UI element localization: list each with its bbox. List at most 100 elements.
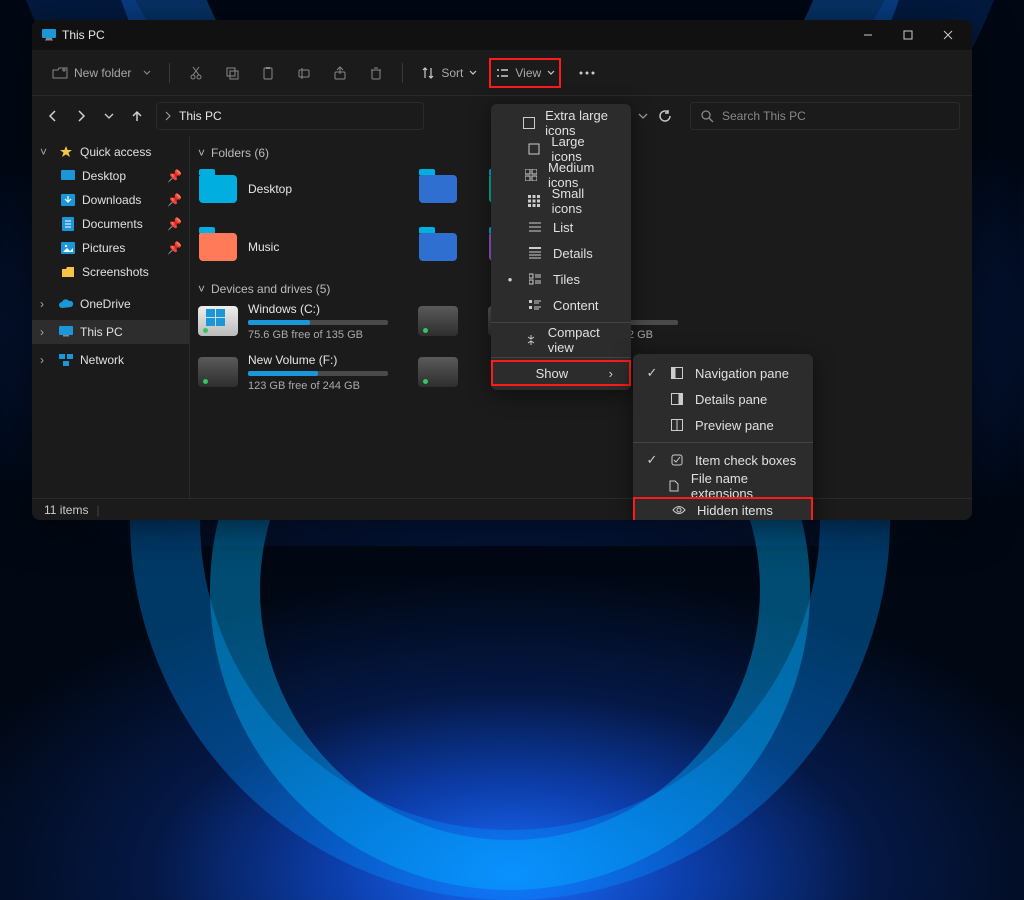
delete-button[interactable] [360,58,392,88]
pictures-icon [60,240,76,256]
view-button[interactable]: View [489,58,561,88]
chevron-right-icon: › [40,325,52,339]
pin-icon: 📌 [167,217,177,231]
more-button[interactable] [571,58,603,88]
chevron-down-icon [469,70,477,76]
navigation-sidebar: ˅ Quick access Desktop📌 Downloads📌 Docum… [32,136,190,498]
folder-documents-partial[interactable] [418,166,458,212]
folder-icon [60,264,76,280]
menu-tiles[interactable]: • Tiles [491,266,631,292]
chevron-down-icon [143,70,151,76]
menu-details-pane[interactable]: Details pane [633,386,813,412]
menu-file-extensions[interactable]: File name extensions [633,473,813,499]
file-icon [667,478,681,494]
sort-button[interactable]: Sort [413,58,485,88]
rename-button[interactable] [288,58,320,88]
menu-details[interactable]: Details [491,240,631,266]
desktop-icon [60,168,76,184]
drive-windows-c[interactable]: Windows (C:) 75.6 GB free of 135 GB [198,302,388,341]
menu-list[interactable]: List [491,214,631,240]
close-button[interactable] [928,20,968,50]
documents-icon [60,216,76,232]
search-input[interactable]: Search This PC [690,102,960,130]
chevron-down-icon: ˅ [40,145,52,159]
pin-icon: 📌 [167,241,177,255]
show-submenu: ✓ Navigation pane Details pane Preview p… [633,354,813,520]
check-icon: ✓ [645,452,659,468]
drive-icon [418,306,458,336]
menu-medium-icons[interactable]: Medium icons [491,162,631,188]
sidebar-this-pc[interactable]: › This PC [32,320,189,344]
pin-icon: 📌 [167,193,177,207]
drive-icon [418,357,458,387]
grid-icon [523,115,535,131]
menu-extra-large-icons[interactable]: Extra large icons [491,110,631,136]
folder-pictures-partial[interactable] [418,224,458,270]
sidebar-quick-access[interactable]: ˅ Quick access [32,140,189,164]
sidebar-item-downloads[interactable]: Downloads📌 [32,188,189,212]
view-menu: Extra large icons Large icons Medium ico… [491,104,631,390]
chevron-right-icon: › [609,366,613,381]
sidebar-item-screenshots[interactable]: Screenshots [32,260,189,284]
menu-preview-pane[interactable]: Preview pane [633,412,813,438]
chevron-down-icon: ˅ [198,282,205,296]
this-pc-icon [58,324,74,340]
check-icon: ✓ [645,365,659,381]
minimize-button[interactable] [848,20,888,50]
share-button[interactable] [324,58,356,88]
preview-pane-icon [669,417,685,433]
grid-icon [526,193,541,209]
menu-small-icons[interactable]: Small icons [491,188,631,214]
sidebar-item-desktop[interactable]: Desktop📌 [32,164,189,188]
network-icon [58,352,74,368]
history-button[interactable] [100,107,118,125]
drive-new-volume-f[interactable]: New Volume (F:) 123 GB free of 244 GB [198,353,388,392]
menu-navigation-pane[interactable]: ✓ Navigation pane [633,360,813,386]
back-button[interactable] [44,107,62,125]
folder-music[interactable]: Music [198,224,388,270]
content-icon [527,297,543,313]
paste-button[interactable] [252,58,284,88]
checkbox-icon [669,452,685,468]
tiles-icon [527,271,543,287]
sidebar-item-pictures[interactable]: Pictures📌 [32,236,189,260]
this-pc-icon [42,29,56,41]
sidebar-onedrive[interactable]: › OneDrive [32,292,189,316]
grid-icon [525,167,538,183]
up-button[interactable] [128,107,146,125]
eye-icon [671,502,687,518]
menu-show[interactable]: Show › [491,360,631,386]
toolbar: New folder Sort [32,50,972,96]
search-icon [701,110,714,123]
copy-button[interactable] [216,58,248,88]
window-title: This PC [42,28,105,42]
grid-icon [526,141,541,157]
drive-partial[interactable] [418,302,458,341]
folder-desktop[interactable]: Desktop [198,166,388,212]
chevron-down-icon [547,70,555,76]
cut-button[interactable] [180,58,212,88]
maximize-button[interactable] [888,20,928,50]
sidebar-item-documents[interactable]: Documents📌 [32,212,189,236]
menu-content[interactable]: Content [491,292,631,318]
status-bar: 11 items | [32,498,972,520]
cloud-icon [58,296,74,312]
pin-icon: 📌 [167,169,177,183]
sidebar-network[interactable]: › Network [32,348,189,372]
sort-icon [421,66,435,80]
menu-hidden-items[interactable]: Hidden items [633,497,813,520]
forward-button[interactable] [72,107,90,125]
nav-pane-icon [669,365,685,381]
drive-partial-2[interactable] [418,353,458,392]
addr-dropdown-icon[interactable] [638,112,648,120]
menu-item-checkboxes[interactable]: ✓ Item check boxes [633,447,813,473]
address-bar[interactable]: This PC [156,102,424,130]
refresh-button[interactable] [658,109,672,123]
menu-compact-view[interactable]: Compact view [491,327,631,353]
new-folder-button[interactable]: New folder [44,58,159,88]
chevron-right-icon: › [40,353,52,367]
titlebar: This PC [32,20,972,50]
file-explorer-window: This PC New folder [32,20,972,520]
menu-large-icons[interactable]: Large icons [491,136,631,162]
downloads-icon [60,192,76,208]
